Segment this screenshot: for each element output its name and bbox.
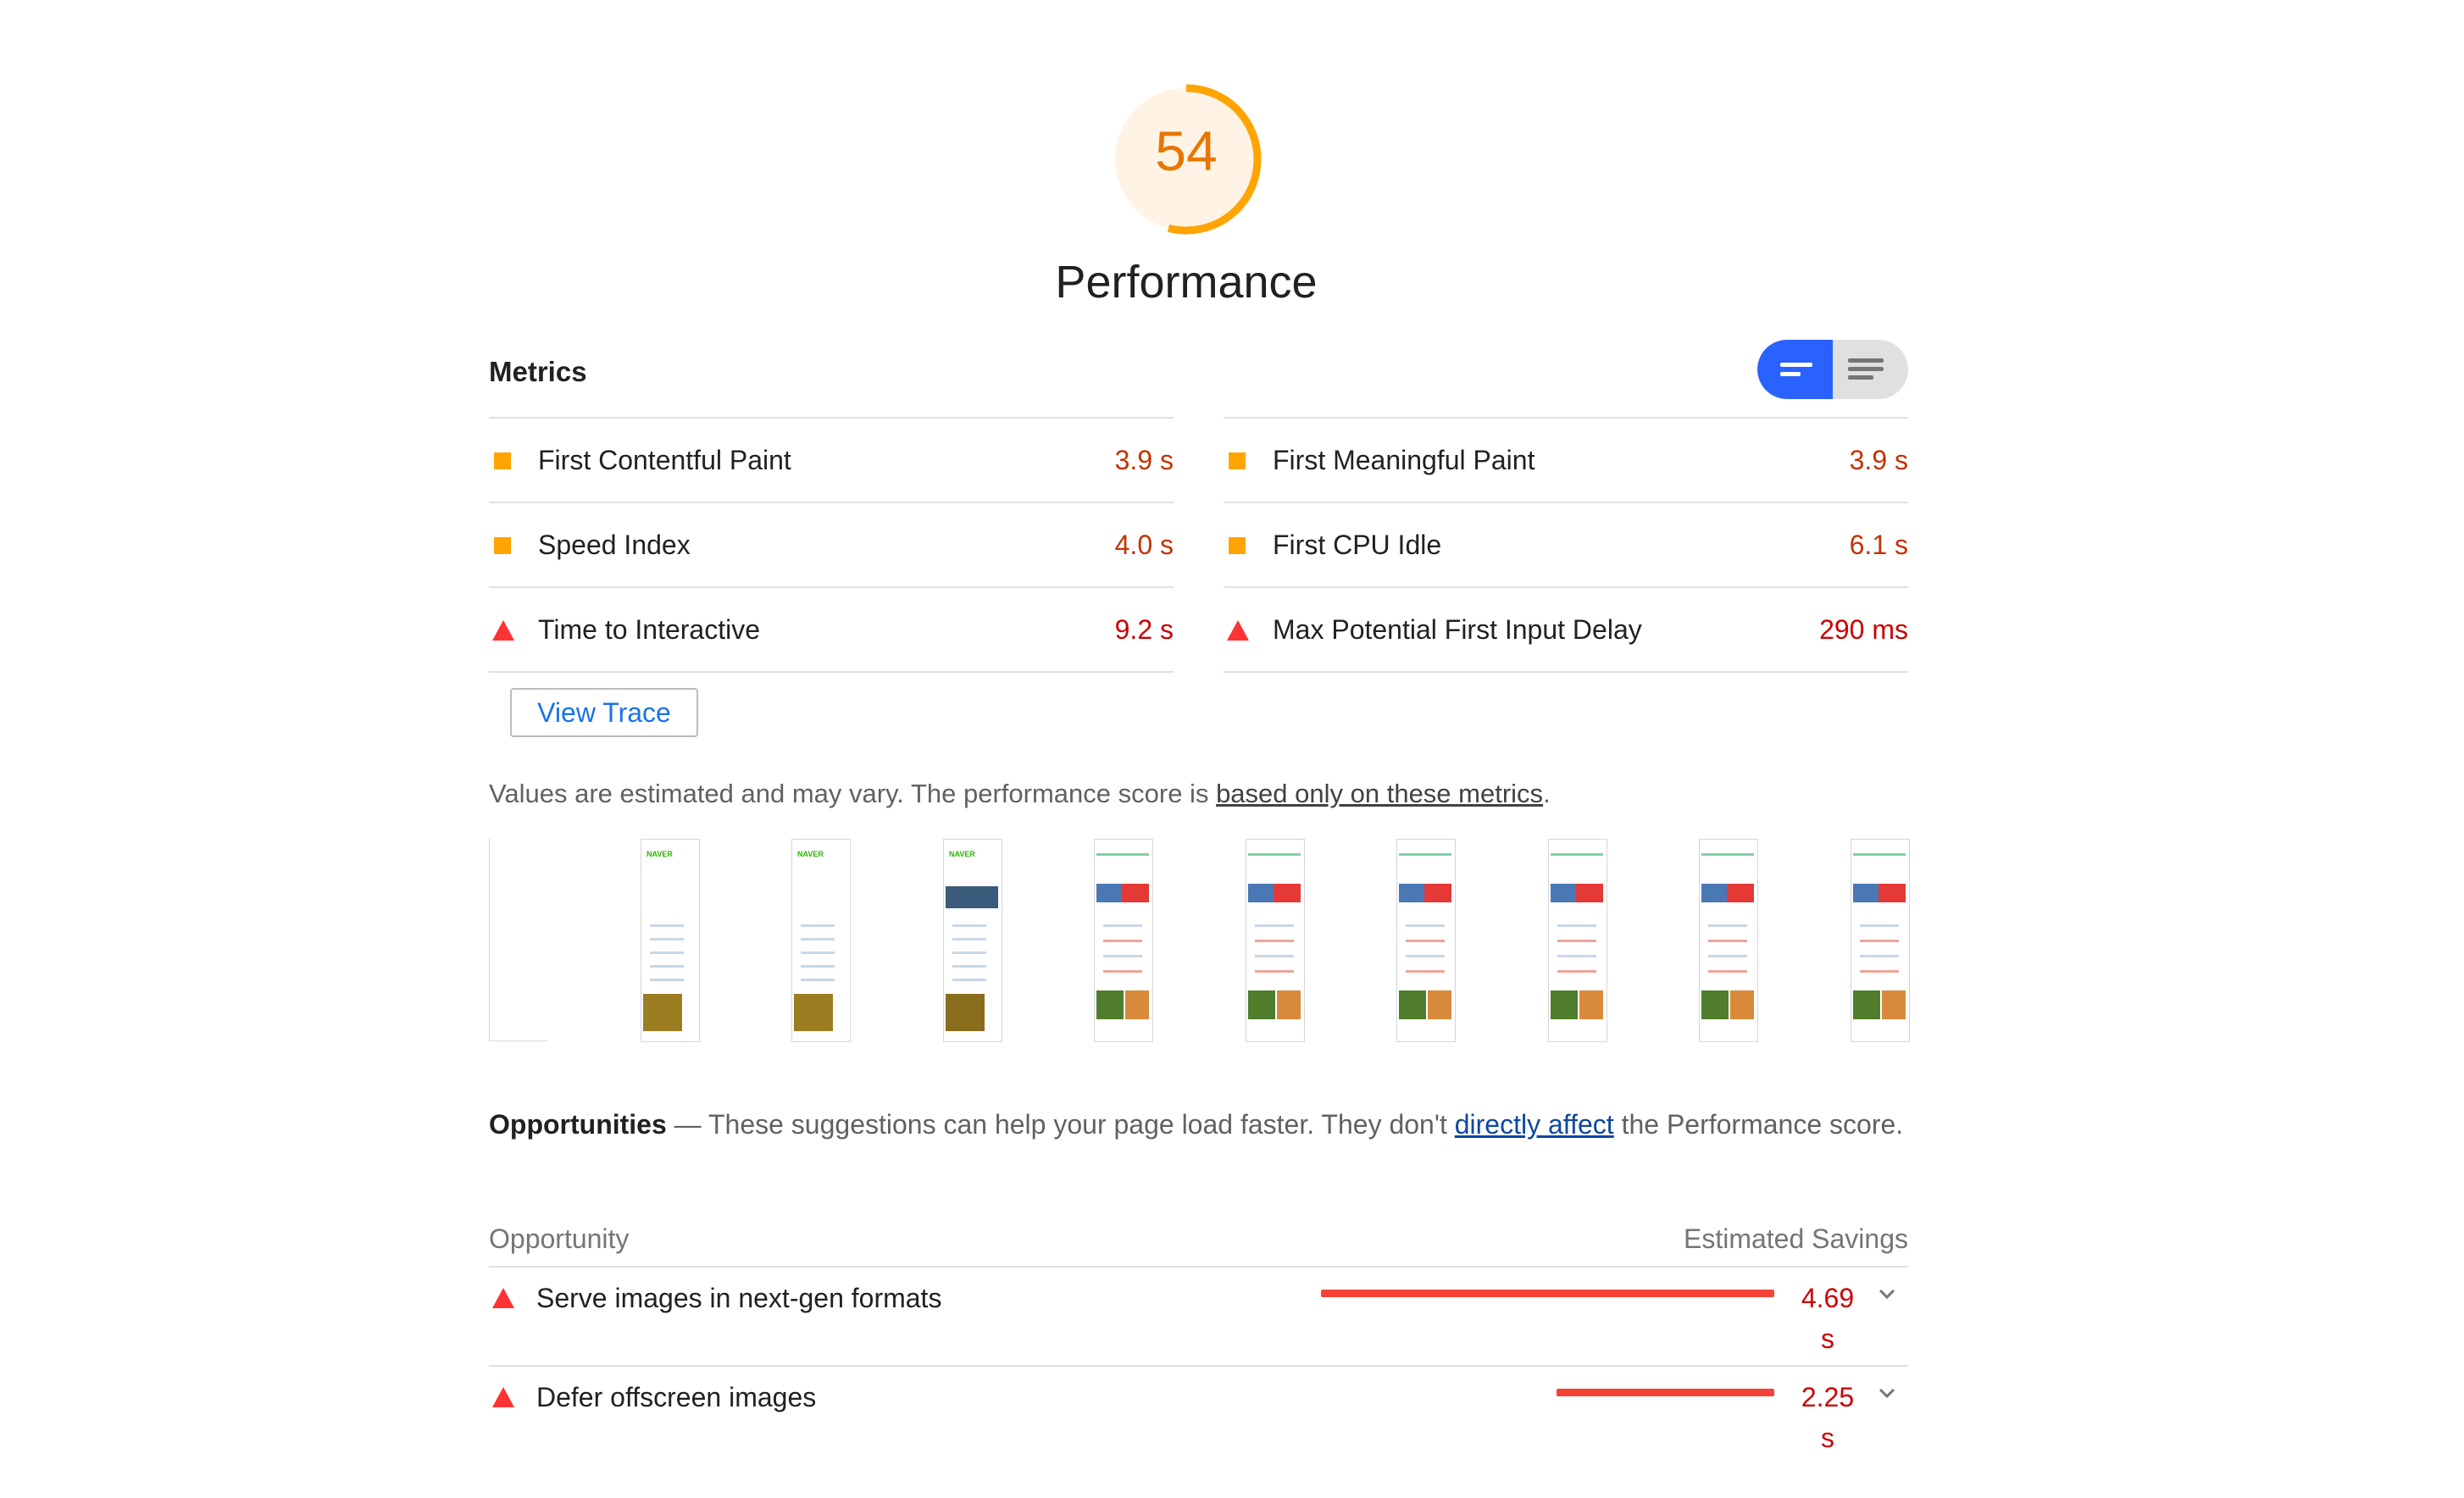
category-title: Performance [1055, 257, 1318, 308]
opportunities-heading: Opportunities — These suggestions can he… [489, 1104, 1912, 1145]
average-square-icon [494, 537, 511, 554]
filmstrip-frame [1094, 839, 1153, 1042]
opportunity-column-header: Opportunity [489, 1223, 630, 1254]
filmstrip-frame [489, 839, 547, 1041]
fail-triangle-icon [492, 1387, 514, 1407]
metric-time-to-interactive: Time to Interactive 9.2 s [489, 588, 1174, 673]
estimate-note: Values are estimated and may vary. The p… [489, 776, 1929, 812]
metric-label: Time to Interactive [538, 614, 761, 645]
metrics-view-toggle [1757, 340, 1908, 399]
opportunities-description: These suggestions can help your page loa… [708, 1109, 1455, 1140]
opportunity-row[interactable]: Serve images in next-gen formats 4.69 s [489, 1266, 1908, 1364]
metric-first-cpu-idle: First CPU Idle 6.1 s [1224, 503, 1908, 588]
fail-triangle-icon [492, 620, 514, 641]
metric-label: First Contentful Paint [538, 445, 791, 475]
filmstrip-frame: NAVER [791, 839, 851, 1042]
savings-column-header: Estimated Savings [1683, 1223, 1908, 1254]
filmstrip-frame [1246, 839, 1305, 1042]
average-square-icon [1229, 537, 1246, 554]
naver-logo: NAVER [647, 850, 673, 858]
filmstrip-frame: NAVER [641, 839, 700, 1042]
estimate-note-text: Values are estimated and may vary. The p… [489, 779, 1217, 808]
savings-value: 2.25 s [1801, 1382, 1855, 1453]
opportunity-row[interactable]: Defer offscreen images 2.25 s [489, 1365, 1908, 1463]
metric-value: 3.9 s [1114, 445, 1174, 475]
metric-value: 3.9 s [1849, 445, 1908, 475]
performance-score: 54 [1155, 119, 1218, 182]
opportunities-description-end: the Performance score. [1613, 1109, 1904, 1140]
metric-label: First Meaningful Paint [1273, 445, 1535, 475]
opportunity-label: Serve images in next-gen formats [536, 1283, 942, 1313]
estimate-note-suffix: . [1543, 779, 1551, 808]
metric-speed-index: Speed Index 4.0 s [489, 503, 1174, 588]
average-square-icon [1229, 452, 1246, 469]
metric-value: 6.1 s [1849, 530, 1908, 560]
metric-label: First CPU Idle [1273, 530, 1442, 560]
fail-triangle-icon [492, 1288, 514, 1308]
metric-first-contentful-paint: First Contentful Paint 3.9 s [489, 419, 1174, 503]
savings-value: 4.69 s [1801, 1283, 1855, 1354]
view-trace-button[interactable]: View Trace [510, 688, 698, 737]
directly-affect-link[interactable]: directly affect [1455, 1109, 1614, 1140]
metric-value: 9.2 s [1114, 614, 1174, 645]
naver-logo: NAVER [949, 850, 975, 858]
filmstrip-frame: NAVER [943, 839, 1002, 1042]
compact-view-button[interactable] [1757, 340, 1833, 399]
heading-dash: — [666, 1109, 708, 1140]
filmstrip-frame [1548, 839, 1607, 1042]
metric-max-potential-fid: Max Potential First Input Delay 290 ms [1224, 588, 1908, 673]
metric-first-meaningful-paint: First Meaningful Paint 3.9 s [1224, 419, 1908, 503]
opportunity-label: Defer offscreen images [536, 1382, 817, 1412]
filmstrip-frame [1396, 839, 1456, 1042]
fail-triangle-icon [1227, 620, 1249, 641]
savings-bar [1321, 1290, 1774, 1297]
metric-label: Max Potential First Input Delay [1273, 614, 1642, 645]
metric-value: 290 ms [1819, 614, 1908, 645]
metric-value: 4.0 s [1114, 530, 1174, 560]
filmstrip-frame [1699, 839, 1758, 1042]
naver-logo: NAVER [797, 850, 824, 858]
filmstrip-frame [1851, 839, 1910, 1042]
chevron-down-icon[interactable] [1876, 1283, 1898, 1305]
expanded-view-button[interactable] [1833, 340, 1908, 399]
metric-label: Speed Index [538, 530, 691, 560]
opportunities-title: Opportunities [489, 1109, 667, 1140]
average-square-icon [494, 452, 511, 469]
metrics-info-link[interactable]: based only on these metrics [1216, 779, 1543, 808]
metrics-title: Metrics [489, 356, 587, 387]
chevron-down-icon[interactable] [1876, 1382, 1898, 1404]
savings-bar [1557, 1389, 1774, 1396]
